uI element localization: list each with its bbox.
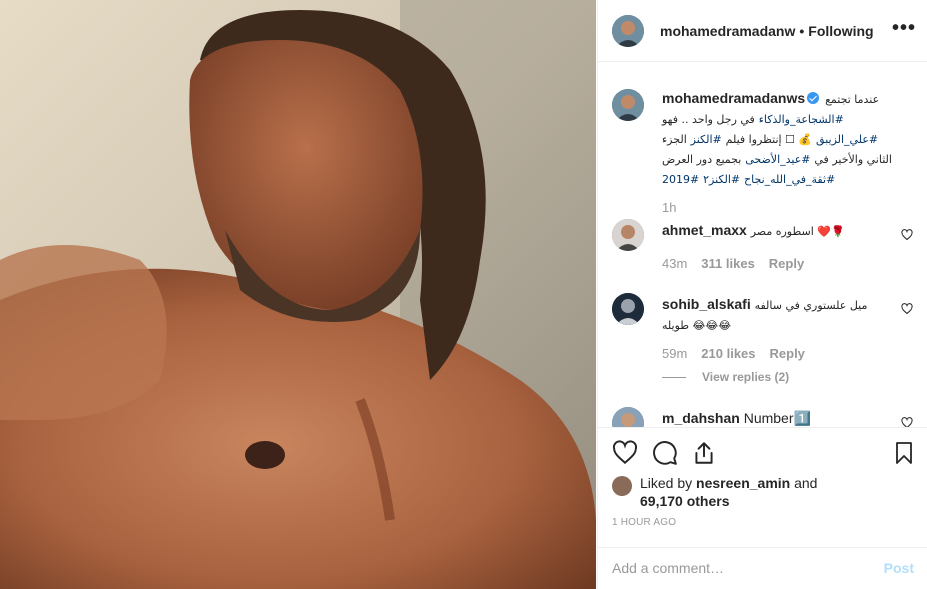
view-replies-label: View replies (2) xyxy=(702,370,790,384)
more-options-icon[interactable]: ••• xyxy=(892,18,916,38)
view-replies-button[interactable]: View replies (2) xyxy=(662,370,789,384)
reply-button[interactable]: Reply xyxy=(769,256,804,271)
liker-avatar[interactable] xyxy=(612,476,632,496)
caption-text: mohamedramadanws عندما تجتمع #الشجاعة_وا… xyxy=(662,89,894,217)
verified-badge-icon xyxy=(807,92,820,104)
caption-text-lead: عندما تجتمع xyxy=(825,93,880,106)
comment-avatar[interactable] xyxy=(612,293,644,325)
replies-divider xyxy=(662,376,686,378)
comment-likes[interactable]: 311 likes xyxy=(701,256,755,271)
hashtag[interactable]: #الشجاعة_والذكاء xyxy=(759,113,844,126)
post-photo[interactable] xyxy=(0,0,596,589)
post-actions: Liked by nesreen_amin and 69,170 others … xyxy=(598,427,927,547)
comment-bubble-icon[interactable] xyxy=(652,440,678,466)
post-image xyxy=(0,0,596,589)
others-likes-count[interactable]: 69,170 others xyxy=(640,493,730,509)
following-button[interactable]: Following xyxy=(808,23,873,39)
separator-dot: • xyxy=(799,22,805,39)
hashtag[interactable]: #2019 xyxy=(662,173,699,186)
comment-like-icon[interactable] xyxy=(901,417,913,427)
liked-and: and xyxy=(794,475,818,491)
comment-username[interactable]: sohib_alskafi xyxy=(662,296,751,312)
comment-avatar[interactable] xyxy=(612,407,644,427)
caption-text-d: بجميع دور العرض xyxy=(662,153,742,166)
hashtag[interactable]: #ثقة_في_الله_نجاح xyxy=(744,173,835,186)
comments-list[interactable]: mohamedramadanws عندما تجتمع #الشجاعة_وا… xyxy=(598,63,927,427)
caption-time[interactable]: 1h xyxy=(662,199,894,217)
author-avatar[interactable] xyxy=(612,14,644,47)
caption-avatar[interactable] xyxy=(612,89,644,121)
add-comment-bar: Add a comment… Post xyxy=(598,547,927,589)
caption-username[interactable]: mohamedramadanws xyxy=(662,90,805,106)
reply-button[interactable]: Reply xyxy=(770,346,805,361)
comment-like-icon[interactable] xyxy=(901,303,913,315)
comment-text: m_dahshan Number1️⃣ xyxy=(662,409,892,427)
hashtag[interactable]: #عيد_الأضحى xyxy=(745,153,810,166)
comment-likes[interactable]: 210 likes xyxy=(701,346,755,361)
comment-time[interactable]: 59m xyxy=(662,346,687,361)
comment-username[interactable]: ahmet_maxx xyxy=(662,222,747,238)
likes-summary: Liked by nesreen_amin and 69,170 others xyxy=(640,474,817,510)
like-heart-icon[interactable] xyxy=(612,440,638,466)
hashtag[interactable]: #الكنز xyxy=(691,133,722,146)
post-header: mohamedramadanw • Following ••• xyxy=(598,0,927,62)
comment-username[interactable]: m_dahshan xyxy=(662,410,740,426)
share-icon[interactable] xyxy=(691,440,717,466)
post-comment-button[interactable]: Post xyxy=(884,560,914,576)
comment-input[interactable]: Add a comment… xyxy=(612,560,724,576)
comment-message: اسطوره مصر ❤️🌹 xyxy=(750,225,845,238)
post-side-panel: mohamedramadanw • Following ••• mohamedr… xyxy=(597,0,927,589)
liker-username[interactable]: nesreen_amin xyxy=(696,475,790,491)
action-icons xyxy=(612,440,916,468)
comment-message: Number1️⃣ xyxy=(743,410,811,426)
post-timestamp[interactable]: 1 HOUR AGO xyxy=(612,517,676,528)
liked-prefix: Liked by xyxy=(640,475,693,491)
comment-text: sohib_alskafi ميل علستوري في سالفه طويله… xyxy=(662,295,892,335)
hashtag[interactable]: #علي_الزيبق xyxy=(816,133,878,146)
comment-text: ahmet_maxx اسطوره مصر ❤️🌹 xyxy=(662,221,892,241)
comment-like-icon[interactable] xyxy=(901,229,913,241)
comment-time[interactable]: 43m xyxy=(662,256,687,271)
comment-meta: 43m 311 likes Reply xyxy=(662,256,804,271)
hashtag[interactable]: #الكنز٢ xyxy=(703,173,740,186)
caption-text-b: 💰 ☐ إنتظروا فيلم xyxy=(725,133,813,146)
caption-text-a: في رجل واحد .. فهو xyxy=(662,113,755,126)
author-username[interactable]: mohamedramadanw xyxy=(660,23,795,39)
save-bookmark-icon[interactable] xyxy=(892,440,916,466)
comment-meta: 59m 210 likes Reply xyxy=(662,346,805,361)
comment-avatar[interactable] xyxy=(612,219,644,251)
